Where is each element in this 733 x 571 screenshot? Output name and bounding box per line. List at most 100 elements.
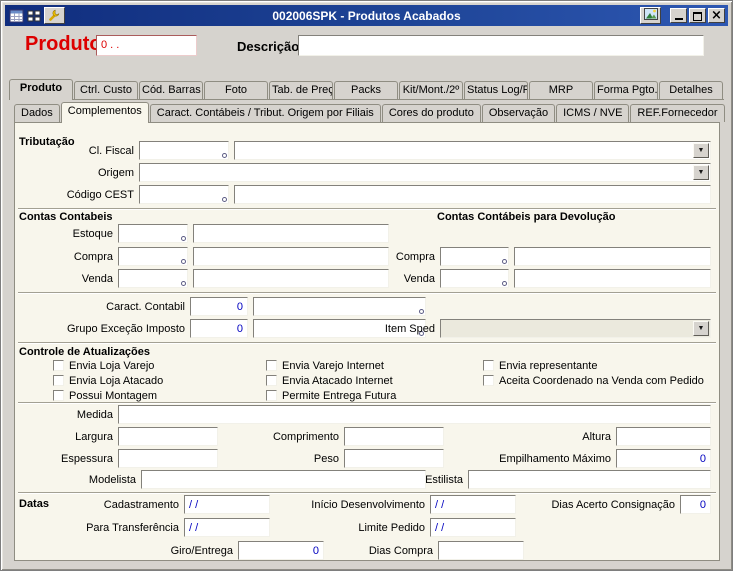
- checkbox-icon[interactable]: [483, 360, 494, 371]
- para-transferencia-input[interactable]: / /: [184, 518, 270, 537]
- codigo-cest-desc-input[interactable]: [234, 185, 711, 204]
- compra-code-input[interactable]: [118, 247, 188, 266]
- tab-tab-de-preco[interactable]: Tab. de Preç: [269, 81, 333, 99]
- tab-caract-contabeis-tribut[interactable]: Caract. Contábeis / Tribut. Origem por F…: [149, 104, 381, 122]
- description-input[interactable]: [298, 35, 704, 56]
- checkbox-label: Possui Montagem: [69, 389, 158, 402]
- item-sped-label: Item Sped: [384, 323, 435, 335]
- checkbox-label: Envia Loja Varejo: [69, 359, 155, 372]
- altura-input[interactable]: [616, 427, 711, 446]
- tab-icms-nve[interactable]: ICMS / NVE: [556, 104, 630, 122]
- checkbox-label: Envia Atacado Internet: [282, 374, 393, 387]
- devolucao-compra-code-input[interactable]: [440, 247, 509, 266]
- checkbox-envia-loja-varejo[interactable]: Envia Loja Varejo: [53, 359, 154, 372]
- separator: [18, 208, 716, 210]
- tab-kit-mont[interactable]: Kit/Mont./2º: [399, 81, 463, 99]
- estoque-code-input[interactable]: [118, 224, 188, 243]
- estoque-desc-input[interactable]: [193, 224, 389, 243]
- tab-produto[interactable]: Produto: [9, 79, 73, 100]
- separator: [18, 292, 716, 294]
- tab-cod-barras[interactable]: Cód. Barras: [139, 81, 203, 99]
- modelista-label: Modelista: [88, 474, 136, 486]
- dias-acerto-consignacao-input[interactable]: 0: [680, 495, 711, 514]
- tab-ref-fornecedor[interactable]: REF.Fornecedor: [630, 104, 725, 122]
- cl-fiscal-code-input[interactable]: [139, 141, 229, 160]
- espessura-input[interactable]: [118, 449, 218, 468]
- tab-foto[interactable]: Foto: [204, 81, 268, 99]
- estilista-input[interactable]: [468, 470, 711, 489]
- description-label: Descrição: [237, 39, 300, 54]
- checkbox-icon[interactable]: [53, 375, 64, 386]
- limite-pedido-input[interactable]: / /: [430, 518, 516, 537]
- checkbox-envia-loja-atacado[interactable]: Envia Loja Atacado: [53, 374, 163, 387]
- section-title-datas: Datas: [19, 498, 49, 510]
- checkbox-envia-atacado-internet[interactable]: Envia Atacado Internet: [266, 374, 393, 387]
- product-label: Produto: [25, 33, 102, 55]
- empilhamento-maximo-label: Empilhamento Máximo: [499, 453, 611, 465]
- devolucao-compra-desc-input[interactable]: [514, 247, 711, 266]
- checkbox-icon[interactable]: [483, 375, 494, 386]
- caract-contabil-input[interactable]: 0: [190, 297, 248, 316]
- minimize-button[interactable]: [670, 8, 687, 23]
- altura-label: Altura: [582, 431, 611, 443]
- product-code-input[interactable]: 0 . .: [96, 35, 197, 56]
- item-sped-select[interactable]: ▼: [440, 319, 711, 338]
- checkbox-aceita-coordenado[interactable]: Aceita Coordenado na Venda com Pedido: [483, 374, 704, 387]
- checkbox-icon[interactable]: [53, 360, 64, 371]
- tab-ctrl-custo[interactable]: Ctrl. Custo: [74, 81, 138, 99]
- tab-dados[interactable]: Dados: [14, 104, 60, 122]
- checkbox-icon[interactable]: [266, 375, 277, 386]
- cl-fiscal-select[interactable]: ▼: [234, 141, 711, 160]
- tab-cores-do-produto[interactable]: Cores do produto: [381, 104, 481, 122]
- empilhamento-maximo-input[interactable]: 0: [616, 449, 711, 468]
- checkbox-icon[interactable]: [266, 360, 277, 371]
- inicio-desenvolvimento-input[interactable]: / /: [430, 495, 516, 514]
- checkbox-icon[interactable]: [53, 390, 64, 401]
- tab-mrp[interactable]: MRP: [529, 81, 593, 99]
- caract-contabil-desc-input[interactable]: [253, 297, 426, 316]
- tab-forma-pgto[interactable]: Forma Pgto.: [594, 81, 658, 99]
- peso-input[interactable]: [344, 449, 444, 468]
- codigo-cest-code-input[interactable]: [139, 185, 229, 204]
- section-title-contas-contabeis: Contas Contabeis: [19, 211, 113, 223]
- maximize-button[interactable]: [689, 8, 706, 23]
- tab-status-log[interactable]: Status Log/F: [464, 81, 528, 99]
- venda-code-input[interactable]: [118, 269, 188, 288]
- medida-label: Medida: [76, 409, 113, 421]
- dropdown-arrow-icon[interactable]: ▼: [693, 143, 709, 158]
- devolucao-venda-desc-input[interactable]: [514, 269, 711, 288]
- giro-entrega-input[interactable]: 0: [238, 541, 324, 560]
- grid-icon: [26, 8, 43, 24]
- cadastramento-input[interactable]: / /: [184, 495, 270, 514]
- largura-input[interactable]: [118, 427, 218, 446]
- minimize-icon: [674, 18, 683, 20]
- close-button[interactable]: ×: [708, 8, 725, 23]
- grupo-excecao-input[interactable]: 0: [190, 319, 248, 338]
- caption-buttons: ×: [640, 7, 725, 24]
- origem-select[interactable]: ▼: [139, 163, 711, 182]
- checkbox-envia-varejo-internet[interactable]: Envia Varejo Internet: [266, 359, 384, 372]
- checkbox-icon[interactable]: [266, 390, 277, 401]
- dias-compra-input[interactable]: [438, 541, 524, 560]
- checkbox-possui-montagem[interactable]: Possui Montagem: [53, 389, 157, 402]
- tab-packs[interactable]: Packs: [334, 81, 398, 99]
- tab-complementos[interactable]: Complementos: [60, 102, 149, 123]
- dropdown-arrow-icon[interactable]: ▼: [693, 321, 709, 336]
- tab-observacao[interactable]: Observação: [481, 104, 556, 122]
- lookup-icon: [502, 259, 507, 264]
- checkbox-envia-representante[interactable]: Envia representante: [483, 359, 597, 372]
- tools-button[interactable]: [44, 7, 65, 24]
- tab-bar-main: Produto Ctrl. Custo Cód. Barras Foto Tab…: [9, 78, 724, 100]
- medida-input[interactable]: [118, 405, 711, 424]
- checkbox-permite-entrega-futura[interactable]: Permite Entrega Futura: [266, 389, 396, 402]
- devolucao-venda-code-input[interactable]: [440, 269, 509, 288]
- peso-label: Peso: [313, 453, 339, 465]
- inicio-desenvolvimento-label: Início Desenvolvimento: [311, 499, 425, 511]
- snapshot-button[interactable]: [640, 7, 661, 24]
- comprimento-input[interactable]: [344, 427, 444, 446]
- limite-pedido-label: Limite Pedido: [358, 522, 425, 534]
- dropdown-arrow-icon[interactable]: ▼: [693, 165, 709, 180]
- venda-label: Venda: [81, 273, 113, 285]
- tab-detalhes[interactable]: Detalhes: [659, 81, 723, 99]
- grupo-excecao-label: Grupo Exceção Imposto: [66, 323, 185, 335]
